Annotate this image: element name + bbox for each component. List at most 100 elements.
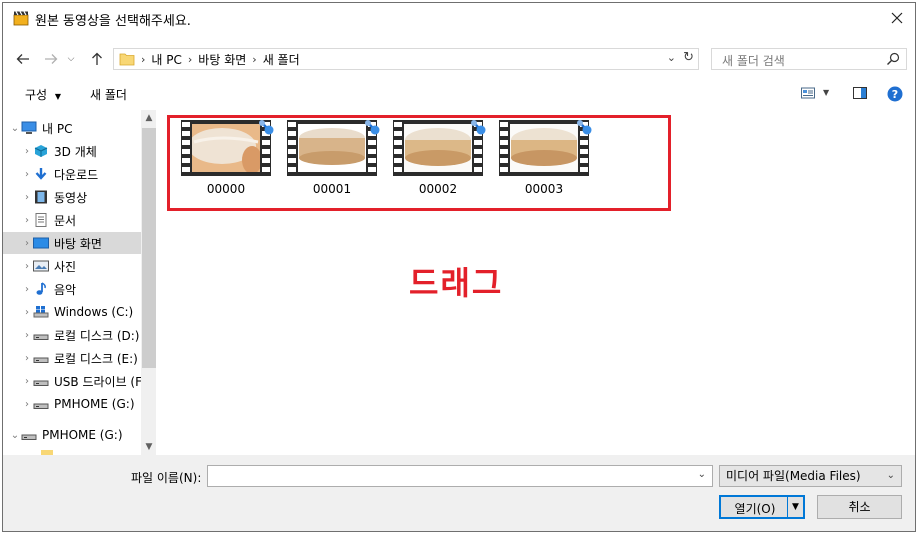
sidebar-item-desktop[interactable]: › 바탕 화면	[3, 232, 141, 254]
sidebar-item-label: 다운로드	[54, 167, 99, 182]
title-bar: 원본 동영상을 선택해주세요.	[3, 3, 915, 33]
documents-icon	[35, 213, 47, 227]
sidebar-item-label: 내 PC	[42, 121, 73, 136]
sidebar-item-downloads[interactable]: › 다운로드	[3, 163, 141, 185]
sidebar-item-music[interactable]: › 음악	[3, 278, 141, 300]
sidebar-item-pmhome-g-root[interactable]: ⌄ PMHOME (G:)	[3, 424, 141, 446]
chevron-right-icon[interactable]: ›	[21, 330, 33, 341]
sidebar-item-pmhome-g[interactable]: › PMHOME (G:)	[3, 393, 141, 415]
sidebar-item-pictures[interactable]: › 사진	[3, 255, 141, 277]
scroll-up-arrow-icon[interactable]: ▲	[141, 110, 156, 126]
up-button[interactable]	[87, 48, 107, 70]
recent-locations-button[interactable]: ⌵	[65, 48, 77, 70]
sidebar-item-label: 문서	[54, 213, 77, 228]
chevron-right-icon[interactable]: ›	[21, 215, 33, 226]
chevron-right-icon[interactable]: ›	[21, 169, 33, 180]
file-item[interactable]: 00003	[499, 120, 592, 206]
breadcrumb-new-folder[interactable]: 새 폴더	[263, 51, 300, 68]
sidebar-item-label: PMHOME (G:)	[42, 428, 123, 442]
chevron-right-icon[interactable]: ›	[21, 307, 33, 318]
refresh-icon[interactable]: ↻	[683, 50, 694, 65]
chevron-right-icon[interactable]: ›	[21, 192, 33, 203]
arrow-left-icon	[16, 54, 29, 64]
sidebar-item-usb-drive-f[interactable]: › USB 드라이브 (F:)	[3, 370, 141, 392]
pc-icon	[21, 121, 37, 134]
open-options-dropdown-icon[interactable]: ▼	[787, 497, 803, 517]
chevron-down-icon: ⌵	[67, 54, 75, 64]
file-list-view[interactable]: 00000 00001 00002 00003 드래그	[159, 110, 915, 455]
sidebar-item-videos[interactable]: › 동영상	[3, 186, 141, 208]
video-file-badge-icon	[471, 120, 486, 135]
file-name-label: 00000	[206, 182, 246, 196]
music-icon	[36, 282, 46, 295]
view-options-icon[interactable]	[801, 87, 815, 99]
breadcrumb-desktop[interactable]: 바탕 화면	[198, 51, 246, 68]
breadcrumb-separator[interactable]: ›	[188, 53, 192, 66]
desktop-icon	[33, 237, 49, 249]
file-item[interactable]: 00000	[181, 120, 274, 206]
navigation-bar: ⌵ › 내 PC › 바탕 화면 › 새 폴더 ⌄ ↻ 새 폴더 검색	[3, 45, 915, 73]
caret-down-icon: ▼	[54, 92, 62, 101]
chevron-down-icon[interactable]: ⌄	[698, 469, 706, 480]
preview-pane-icon[interactable]	[853, 87, 867, 99]
file-name-input[interactable]: ⌄	[207, 465, 713, 487]
sidebar-item-local-disk-e[interactable]: › 로컬 디스크 (E:)	[3, 347, 141, 369]
video-file-badge-icon	[365, 120, 380, 135]
new-folder-button[interactable]: 새 폴더	[90, 86, 127, 103]
search-icon[interactable]	[886, 52, 900, 66]
sidebar-item-label: PMHOME (G:)	[54, 397, 135, 411]
arrow-right-icon	[45, 54, 58, 64]
chevron-down-icon[interactable]: ⌄	[9, 123, 21, 134]
search-placeholder: 새 폴더 검색	[722, 54, 785, 68]
open-button-label: 열기(O)	[734, 502, 776, 516]
chevron-right-icon[interactable]: ›	[21, 238, 33, 249]
file-name-label: 00003	[524, 182, 564, 196]
sidebar-item-3d-objects[interactable]: › 3D 개체	[3, 140, 141, 162]
sidebar-item-documents[interactable]: › 문서	[3, 209, 141, 231]
3d-objects-icon	[34, 145, 48, 157]
drive-icon	[33, 357, 49, 363]
file-item[interactable]: 00001	[287, 120, 380, 206]
close-button[interactable]	[885, 6, 909, 30]
drive-icon	[21, 434, 37, 440]
sidebar-item-label: 동영상	[54, 190, 88, 205]
chevron-right-icon[interactable]: ›	[21, 284, 33, 295]
sidebar-scrollbar[interactable]: ▲ ▼	[141, 110, 156, 455]
file-item[interactable]: 00002	[393, 120, 486, 206]
forward-button[interactable]	[41, 48, 61, 70]
help-icon[interactable]: ?	[887, 86, 903, 102]
open-button[interactable]: 열기(O) ▼	[719, 495, 805, 519]
chevron-right-icon[interactable]: ›	[21, 353, 33, 364]
sidebar-item-windows-c[interactable]: › Windows (C:)	[3, 301, 141, 323]
scrollbar-thumb[interactable]	[142, 128, 156, 368]
download-icon	[35, 168, 47, 180]
drive-icon	[33, 334, 49, 340]
chevron-right-icon[interactable]: ›	[21, 376, 33, 387]
back-button[interactable]	[13, 48, 33, 70]
view-dropdown-icon[interactable]: ▼	[823, 88, 829, 97]
clapperboard-icon	[13, 11, 29, 26]
file-type-select[interactable]: 미디어 파일(Media Files) ⌄	[719, 465, 902, 487]
sidebar-item-this-pc[interactable]: ⌄ 내 PC	[3, 117, 141, 139]
chevron-right-icon[interactable]: ›	[21, 399, 33, 410]
chevron-down-icon[interactable]: ⌄	[9, 430, 21, 441]
organize-menu-button[interactable]: 구성 ▼	[25, 86, 61, 103]
sidebar-item-label: Windows (C:)	[54, 305, 134, 319]
scroll-down-arrow-icon[interactable]: ▼	[141, 439, 156, 455]
sidebar-item-local-disk-d[interactable]: › 로컬 디스크 (D:)	[3, 324, 141, 346]
video-frame-image	[298, 124, 366, 172]
navigation-pane: ⌄ 내 PC › 3D 개체 › 다운로드 › 동영상 › 문서 › 바탕 화면	[3, 110, 156, 455]
cancel-button[interactable]: 취소	[817, 495, 902, 519]
search-input[interactable]: 새 폴더 검색	[711, 48, 907, 70]
address-history-dropdown[interactable]: ⌄	[667, 51, 676, 64]
breadcrumb-separator[interactable]: ›	[141, 53, 145, 66]
chevron-right-icon[interactable]: ›	[21, 261, 33, 272]
address-bar[interactable]: › 내 PC › 바탕 화면 › 새 폴더 ⌄ ↻	[113, 48, 699, 70]
breadcrumb-this-pc[interactable]: 내 PC	[151, 51, 181, 68]
folder-icon	[119, 53, 135, 66]
open-file-dialog: 원본 동영상을 선택해주세요. ⌵ › 내 PC › 바탕 화면 › 새 폴더 …	[2, 2, 916, 532]
video-frame-image	[404, 124, 472, 172]
chevron-right-icon[interactable]: ›	[21, 146, 33, 157]
videos-icon	[35, 190, 47, 204]
breadcrumb-separator[interactable]: ›	[252, 53, 256, 66]
